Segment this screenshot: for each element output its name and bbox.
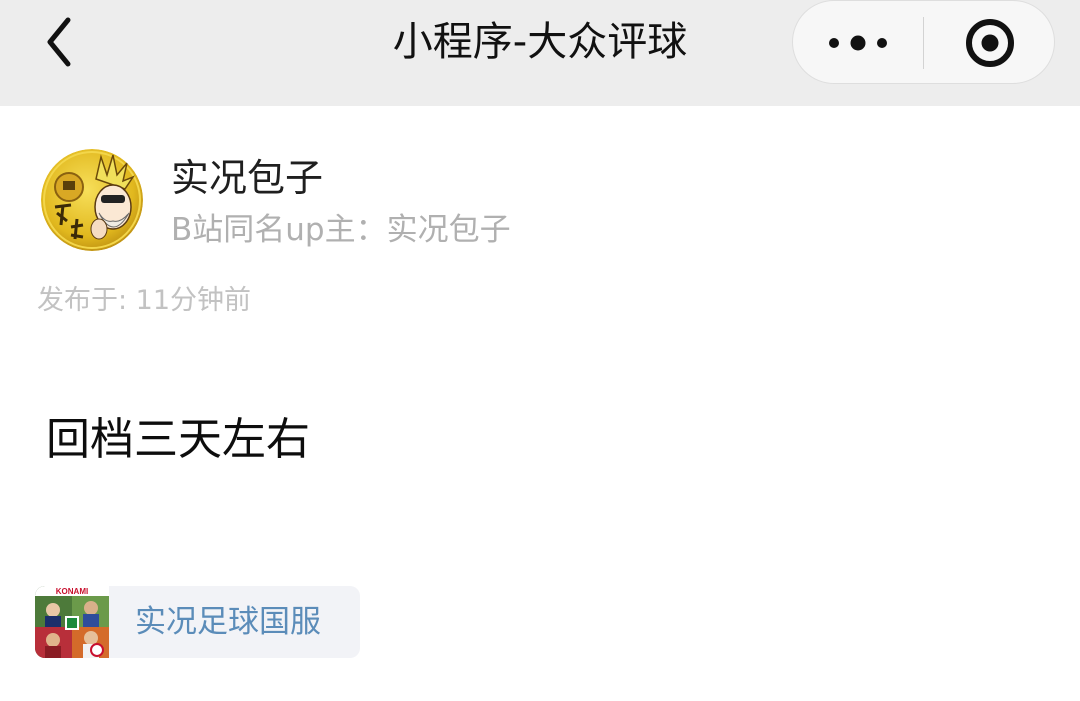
post-timestamp: 发布于: 11分钟前 bbox=[37, 285, 252, 316]
avatar-cartoon bbox=[41, 149, 143, 251]
capsule-menu bbox=[792, 0, 1055, 84]
chevron-left-icon bbox=[47, 17, 71, 67]
author-name[interactable]: 实况包子 bbox=[171, 152, 323, 204]
nav-bar: 小程序-大众评球 bbox=[0, 0, 1080, 106]
page-title: 小程序-大众评球 bbox=[392, 19, 688, 65]
close-button[interactable] bbox=[924, 1, 1056, 85]
topic-chip[interactable]: KONAMI 实况足球国服 bbox=[35, 586, 360, 658]
topic-label: 实况足球国服 bbox=[135, 604, 321, 640]
more-dots-icon bbox=[829, 35, 887, 51]
back-button[interactable] bbox=[30, 14, 86, 70]
post-content: 回档三天左右 bbox=[46, 414, 310, 465]
more-button[interactable] bbox=[793, 1, 923, 85]
game-cover-thumbnail: KONAMI bbox=[35, 586, 109, 658]
thumb-brand-text: KONAMI bbox=[56, 587, 88, 596]
avatar[interactable] bbox=[41, 149, 143, 251]
author-bio: B站同名up主：实况包子 bbox=[171, 212, 511, 248]
target-close-icon bbox=[966, 19, 1014, 67]
